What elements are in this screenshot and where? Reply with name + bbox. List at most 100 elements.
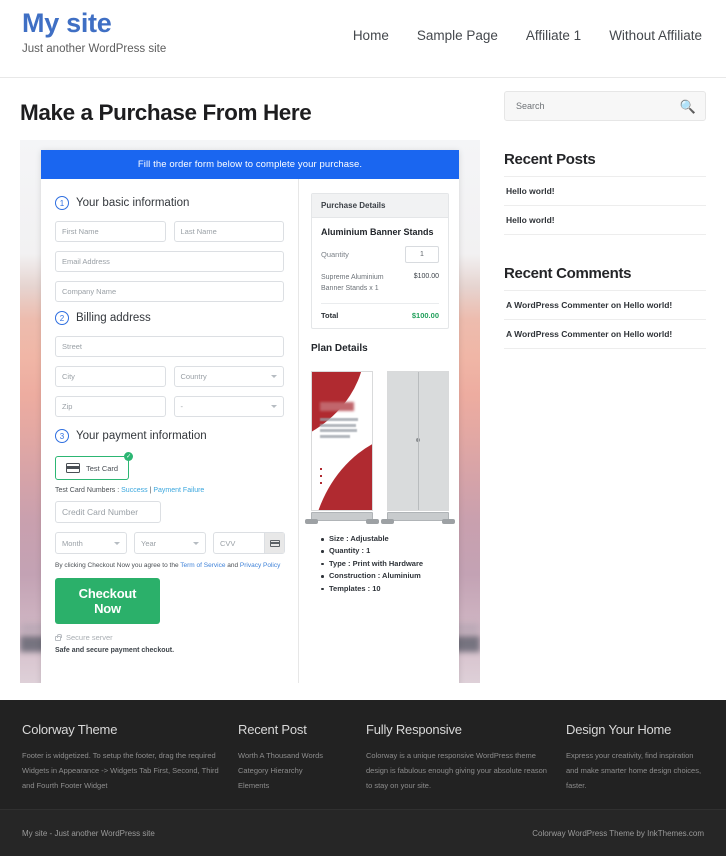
footer-text: Colorway is a unique responsive WordPres… xyxy=(366,751,547,790)
recent-comments-title: Recent Comments xyxy=(504,265,632,282)
purchase-total-row: Total $100.00 xyxy=(321,311,439,320)
last-name-input[interactable]: Last Name xyxy=(173,221,284,242)
state-select-value: - xyxy=(180,402,184,411)
list-item[interactable]: Hello world! xyxy=(504,176,706,205)
test-success-link[interactable]: Success xyxy=(121,487,147,494)
cvv-placeholder: CVV xyxy=(220,538,236,548)
check-circle-icon: ✓ xyxy=(124,452,134,461)
list-item[interactable]: A WordPress Commenter on Hello world! xyxy=(504,290,706,319)
list-item[interactable]: Hello world! xyxy=(504,205,706,235)
expiry-month-value: Month xyxy=(62,538,83,548)
footer-site-credit: My site - Just another WordPress site xyxy=(22,828,155,838)
line-item-name: Supreme Aluminium Banner Stands x 1 xyxy=(321,274,384,292)
chevron-down-icon xyxy=(114,541,120,545)
credit-card-icon xyxy=(66,463,80,473)
footer-column-design-your-home: Design Your Home Express your creativity… xyxy=(566,722,704,793)
terms-of-service-link[interactable]: Term of Service xyxy=(180,562,225,569)
sidebar: 🔍 Recent Posts Hello world! Hello world!… xyxy=(504,78,706,683)
credit-card-number-input[interactable]: Credit Card Number xyxy=(55,501,161,523)
site-header: My site Just another WordPress site Home… xyxy=(0,0,726,78)
footer-link[interactable]: Category Hierarchy xyxy=(238,763,348,778)
list-item[interactable]: A WordPress Commenter on Hello world! xyxy=(504,319,706,349)
chevron-down-icon xyxy=(193,541,199,545)
step-3-heading: 3 Your payment information xyxy=(55,429,284,443)
total-amount: $100.00 xyxy=(411,311,439,320)
chevron-down-icon xyxy=(271,375,277,378)
site-tagline: Just another WordPress site xyxy=(22,42,167,55)
country-select-value: Country xyxy=(180,372,207,381)
main-content: Make a Purchase From Here Fill the order… xyxy=(20,78,482,683)
footer-link-list: Worth A Thousand Words Category Hierarch… xyxy=(238,748,348,793)
line-item-amount: $100.00 xyxy=(413,273,439,280)
email-input[interactable]: Email Address xyxy=(55,251,284,272)
checkout-card: Fill the order form below to complete yo… xyxy=(41,150,459,683)
city-input[interactable]: City xyxy=(55,366,166,387)
search-input[interactable] xyxy=(514,100,680,112)
search-widget[interactable]: 🔍 xyxy=(504,91,706,121)
checkout-now-button[interactable]: Checkout Now xyxy=(55,578,160,624)
lock-icon xyxy=(55,633,62,641)
recent-posts-list: Hello world! Hello world! xyxy=(504,176,706,235)
page-wrap: Make a Purchase From Here Fill the order… xyxy=(0,78,726,683)
search-icon[interactable]: 🔍 xyxy=(680,100,696,113)
plan-item-size: Size : Adjustable xyxy=(321,533,449,545)
privacy-policy-link[interactable]: Privacy Policy xyxy=(240,562,280,569)
plan-item-type: Type : Print with Hardware xyxy=(321,558,449,570)
step-2-label: Billing address xyxy=(76,312,151,324)
zip-input[interactable]: Zip xyxy=(55,396,166,417)
step-3-number: 3 xyxy=(55,429,69,443)
secure-server-row: Secure server xyxy=(55,633,284,642)
test-separator: | xyxy=(149,487,152,494)
nav-item-sample-page[interactable]: Sample Page xyxy=(417,28,498,43)
product-image xyxy=(305,363,455,524)
step-2-number: 2 xyxy=(55,311,69,325)
step-1-number: 1 xyxy=(55,196,69,210)
purchase-details-heading: Purchase Details xyxy=(312,194,448,218)
footer-link[interactable]: Worth A Thousand Words xyxy=(238,748,348,763)
test-card-numbers-prefix: Test Card Numbers : xyxy=(55,487,120,494)
expiry-month-select[interactable]: Month xyxy=(55,532,127,554)
step-3-label: Your payment information xyxy=(76,430,207,442)
nav-item-affiliate-1[interactable]: Affiliate 1 xyxy=(526,28,581,43)
cvv-input[interactable]: CVV xyxy=(213,532,285,554)
safe-checkout-text: Safe and secure payment checkout. xyxy=(55,647,175,654)
banner-stand-blank xyxy=(381,371,455,524)
test-failure-link[interactable]: Payment Failure xyxy=(153,487,204,494)
site-title[interactable]: My site xyxy=(22,8,166,39)
nav-item-without-affiliate[interactable]: Without Affiliate xyxy=(609,28,702,43)
footer-text: Express your creativity, find inspiratio… xyxy=(566,751,702,790)
state-select[interactable]: - xyxy=(173,396,284,417)
banner-stand-printed xyxy=(305,371,379,524)
page-title: Make a Purchase From Here xyxy=(20,100,312,125)
purchase-line-item: Supreme Aluminium Banner Stands x 1 $100… xyxy=(321,273,439,304)
plan-item-construction: Construction : Aluminium xyxy=(321,570,449,582)
plan-details-heading: Plan Details xyxy=(311,343,368,354)
checkout-form: 1 Your basic information First Name Last… xyxy=(41,179,299,683)
purchase-quantity-row: Quantity 1 xyxy=(321,246,439,263)
country-select[interactable]: Country xyxy=(173,366,284,387)
footer-text: Footer is widgetized. To setup the foote… xyxy=(22,751,219,790)
checkout-banner: Fill the order form below to complete yo… xyxy=(41,150,459,179)
test-card-option[interactable]: Test Card ✓ xyxy=(55,452,134,480)
expiry-year-value: Year xyxy=(141,538,157,548)
footer-title: Design Your Home xyxy=(566,722,672,737)
nav-item-home[interactable]: Home xyxy=(353,28,389,43)
footer-title: Fully Responsive xyxy=(366,722,462,737)
footer-title: Recent Post xyxy=(238,722,307,737)
chevron-down-icon xyxy=(271,405,277,408)
company-input[interactable]: Company Name xyxy=(55,281,284,302)
footer-column-colorway-theme: Colorway Theme Footer is widgetized. To … xyxy=(22,722,220,793)
expiry-year-select[interactable]: Year xyxy=(134,532,206,554)
purchase-product-name: Aluminium Banner Stands xyxy=(321,227,434,237)
first-name-input[interactable]: First Name xyxy=(55,221,166,242)
recent-comments-list: A WordPress Commenter on Hello world! A … xyxy=(504,290,706,349)
street-input[interactable]: Street xyxy=(55,336,284,357)
footer-bottom-bar: My site - Just another WordPress site Co… xyxy=(0,809,726,856)
terms-prefix: By clicking Checkout Now you agree to th… xyxy=(55,562,179,569)
quantity-input[interactable]: 1 xyxy=(405,246,439,263)
cvv-card-icon xyxy=(264,533,284,553)
footer-theme-credit[interactable]: Colorway WordPress Theme by InkThemes.co… xyxy=(532,829,704,838)
total-label: Total xyxy=(321,311,339,320)
footer-link[interactable]: Elements xyxy=(238,778,348,793)
brand[interactable]: My site Just another WordPress site xyxy=(22,0,167,55)
